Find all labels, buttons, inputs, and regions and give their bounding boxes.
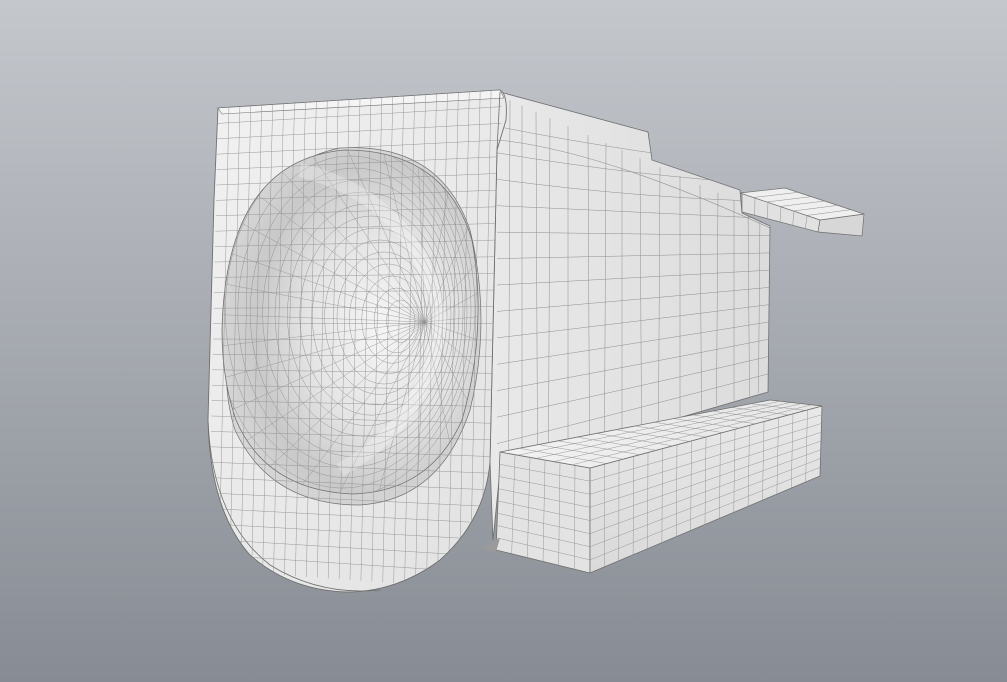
- scene-canvas: [0, 0, 1007, 682]
- 3d-viewport[interactable]: [0, 0, 1007, 682]
